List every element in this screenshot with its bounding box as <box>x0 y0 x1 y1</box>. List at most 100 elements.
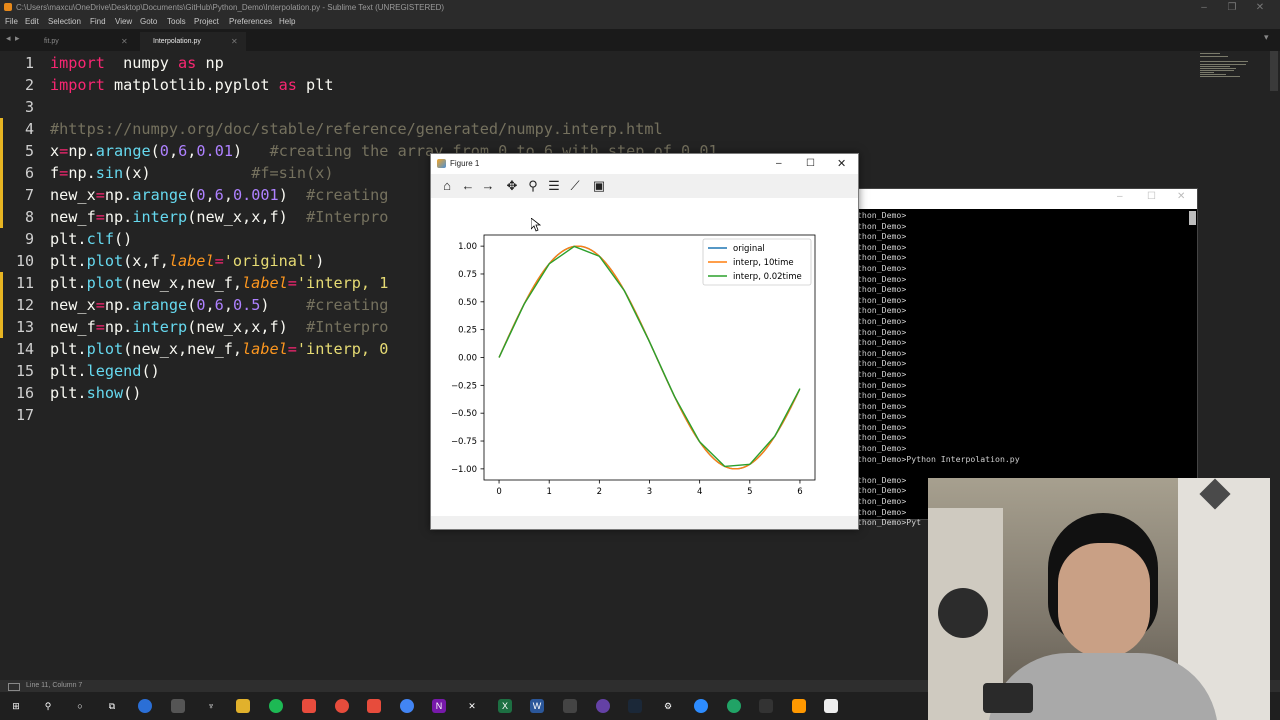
console-line: thon_Demo> <box>857 220 907 231</box>
code-line[interactable]: plt.clf() <box>50 228 132 250</box>
app-icon[interactable] <box>727 699 741 713</box>
forward-arrow-icon[interactable]: → <box>480 178 496 194</box>
code-line[interactable]: #https://numpy.org/doc/stable/reference/… <box>50 118 663 140</box>
menu-goto[interactable]: Goto <box>140 15 157 29</box>
tab-nav-right-icon[interactable]: ▸ <box>15 33 20 44</box>
tab-overflow-icon[interactable]: ▾ <box>1264 32 1269 43</box>
menu-edit[interactable]: Edit <box>25 15 39 29</box>
pan-icon[interactable]: ✥ <box>504 178 520 194</box>
code-line[interactable]: f=np.sin(x) #f=sin(x) <box>50 162 334 184</box>
onenote-icon[interactable]: N <box>432 699 446 713</box>
code-line[interactable]: new_f=np.interp(new_x,x,f) #Interpro <box>50 316 388 338</box>
console-line: thon_Demo> <box>857 231 907 242</box>
console-minimize-icon[interactable]: – <box>1117 191 1123 202</box>
code-line[interactable]: import numpy as np <box>50 52 224 74</box>
code-token: import <box>50 54 105 72</box>
minimize-icon[interactable]: – <box>1190 0 1218 15</box>
code-token: as <box>178 54 197 72</box>
figure-maximize-icon[interactable]: ☐ <box>806 154 815 174</box>
zoom-app-icon[interactable] <box>694 699 708 713</box>
code-token: np. <box>104 296 133 314</box>
search-icon[interactable]: ⚲ <box>41 699 55 713</box>
menu-selection[interactable]: Selection <box>48 15 81 29</box>
maximize-icon[interactable]: ❐ <box>1218 0 1246 15</box>
settings-app-icon[interactable] <box>302 699 316 713</box>
plot-canvas[interactable]: 0 1 2 3 4 5 6 1.00 0.75 0.50 0.25 0.00 −0.25 −0.50 −0.… <box>431 198 858 516</box>
subplots-icon[interactable]: ☰ <box>546 178 562 194</box>
figure-minimize-icon[interactable]: – <box>776 154 782 174</box>
notepad-icon[interactable] <box>824 699 838 713</box>
menu-preferences[interactable]: Preferences <box>229 15 272 29</box>
console-maximize-icon[interactable]: ☐ <box>1147 191 1156 202</box>
minimap[interactable] <box>1200 51 1260 81</box>
file-explorer-icon[interactable] <box>236 699 250 713</box>
code-token: () <box>123 384 142 402</box>
cortana-icon[interactable]: ○ <box>73 699 87 713</box>
menu-tools[interactable]: Tools <box>167 15 186 29</box>
code-token: as <box>278 76 297 94</box>
app-icon[interactable] <box>367 699 381 713</box>
code-token: = <box>95 208 105 226</box>
menu-view[interactable]: View <box>115 15 132 29</box>
tab-nav-left-icon[interactable]: ◂ <box>6 33 11 44</box>
tab-close-icon[interactable]: ✕ <box>231 32 238 51</box>
tab-close-icon[interactable]: ✕ <box>121 32 128 51</box>
code-token: = <box>59 164 69 182</box>
code-line[interactable]: new_x=np.arange(0,6,0.001) #creating <box>50 184 388 206</box>
figure-close-icon[interactable]: ✕ <box>837 154 846 174</box>
app-icon[interactable] <box>171 699 185 713</box>
code-line[interactable]: plt.plot(new_x,new_f,label='interp, 1 <box>50 272 388 294</box>
excel-icon[interactable]: X <box>498 699 512 713</box>
spotify-icon[interactable] <box>269 699 283 713</box>
app-icon[interactable]: ⚙ <box>661 699 675 713</box>
code-line[interactable]: import matplotlib.pyplot as plt <box>50 74 333 96</box>
save-icon[interactable]: ▣ <box>591 178 607 194</box>
edit-curve-icon[interactable]: ⟋ <box>567 178 583 194</box>
menu-project[interactable]: Project <box>194 15 219 29</box>
network-app-icon[interactable]: ♆ <box>204 699 218 713</box>
app-icon[interactable] <box>335 699 349 713</box>
command-prompt-window[interactable]: – ☐ ✕ thon_Demo> thon_Demo> thon_Demo> thon… <box>854 188 1198 527</box>
zoom-icon[interactable]: ⚲ <box>525 178 541 194</box>
panel-toggle-icon[interactable] <box>8 683 20 691</box>
line-number: 2 <box>24 76 34 94</box>
steam-icon[interactable] <box>628 699 642 713</box>
console-line: thon_Demo> <box>857 347 907 358</box>
task-view-icon[interactable]: ⧉ <box>105 699 119 713</box>
tab-interpolation-py[interactable]: Interpolation.py ✕ <box>140 32 246 51</box>
matplotlib-figure-window[interactable]: Figure 1 – ☐ ✕ ⌂ ← → ✥ ⚲ ☰ ⟋ ▣ 0 1 2 3 4 5 6 1.… <box>430 153 859 530</box>
code-line[interactable]: new_f=np.interp(new_x,x,f) #Interpro <box>50 206 388 228</box>
console-line: thon_Demo> <box>857 421 907 432</box>
console-line: thon_Demo> <box>857 443 907 454</box>
chrome-icon[interactable] <box>400 699 414 713</box>
line-number: 4 <box>24 120 34 138</box>
code-token: #creating <box>306 296 389 314</box>
menu-find[interactable]: Find <box>90 15 106 29</box>
app-icon[interactable]: ✕ <box>465 699 479 713</box>
console-scrollbar[interactable] <box>1189 211 1196 225</box>
close-icon[interactable]: ✕ <box>1246 0 1274 15</box>
edge-icon[interactable] <box>138 699 152 713</box>
console-close-icon[interactable]: ✕ <box>1177 191 1185 202</box>
menu-file[interactable]: File <box>5 15 18 29</box>
code-line[interactable]: new_x=np.arange(0,6,0.5) #creating <box>50 294 388 316</box>
code-line[interactable]: plt.plot(x,f,label='original') <box>50 250 324 272</box>
code-token: = <box>59 142 69 160</box>
sublime-text-icon[interactable] <box>792 699 806 713</box>
code-token: np. <box>104 208 133 226</box>
windows-start-icon[interactable]: ⊞ <box>9 699 23 713</box>
tab-fit-py[interactable]: fit.py ✕ <box>36 32 136 51</box>
code-token: 'original' <box>223 252 316 270</box>
code-token: legend <box>86 362 142 380</box>
home-icon[interactable]: ⌂ <box>439 178 455 194</box>
menu-help[interactable]: Help <box>279 15 295 29</box>
editor-scrollbar[interactable] <box>1270 51 1278 91</box>
app-icon[interactable] <box>596 699 610 713</box>
code-line[interactable]: plt.legend() <box>50 360 160 382</box>
back-arrow-icon[interactable]: ← <box>460 178 476 194</box>
terminal-icon[interactable] <box>759 699 773 713</box>
word-icon[interactable]: W <box>530 699 544 713</box>
code-line[interactable]: plt.plot(new_x,new_f,label='interp, 0 <box>50 338 388 360</box>
code-line[interactable]: plt.show() <box>50 382 141 404</box>
app-icon[interactable] <box>563 699 577 713</box>
